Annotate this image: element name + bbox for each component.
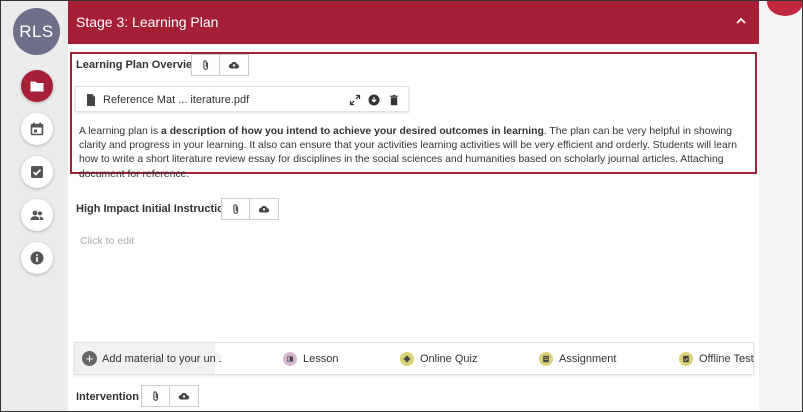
left-rail: RLS	[0, 0, 68, 412]
attach-button[interactable]	[142, 386, 170, 406]
overview-label: Learning Plan Overview	[76, 59, 201, 71]
cloud-upload-button[interactable]	[250, 199, 278, 219]
overview-description[interactable]: A learning plan is a description of how …	[79, 125, 749, 182]
download-icon[interactable]	[368, 94, 380, 106]
paperclip-icon	[232, 204, 238, 214]
rail-calendar-button[interactable]	[21, 113, 53, 145]
right-gutter	[759, 0, 803, 412]
attachment-name[interactable]: Reference Mat ... iterature.pdf	[103, 94, 249, 106]
overview-toolbar	[191, 54, 249, 76]
attach-button[interactable]	[192, 55, 220, 75]
rail-people-button[interactable]	[21, 199, 53, 231]
rail-folder-button[interactable]	[21, 70, 53, 102]
intervention-label: Intervention	[76, 391, 139, 403]
cloud-upload-icon	[228, 61, 240, 69]
instruction-editor-placeholder[interactable]: Click to edit	[80, 235, 134, 247]
material-lesson[interactable]: Lesson	[283, 351, 338, 367]
instruction-label: High Impact Initial Instruction	[76, 203, 231, 215]
material-online-quiz[interactable]: Online Quiz	[400, 351, 477, 367]
quiz-icon	[400, 352, 414, 366]
pdf-file-icon	[87, 94, 95, 106]
rail-checklist-button[interactable]	[21, 156, 53, 188]
cloud-upload-button[interactable]	[220, 55, 248, 75]
paperclip-icon	[152, 391, 158, 401]
add-material-bar: + Add material to your unit Lesson Onlin…	[74, 342, 754, 375]
info-icon	[30, 251, 44, 265]
overview-description-bold: a description of how you intend to achie…	[161, 126, 544, 137]
cloud-upload-icon	[258, 205, 270, 213]
material-assignment[interactable]: Assignment	[539, 351, 616, 367]
checkbox-icon	[31, 166, 43, 178]
people-icon	[30, 210, 44, 220]
cloud-upload-button[interactable]	[170, 386, 198, 406]
add-material-button[interactable]: + Add material to your unit	[75, 343, 223, 374]
stage-header[interactable]: Stage 3: Learning Plan	[68, 0, 759, 44]
assignment-icon	[539, 352, 553, 366]
material-offline-test[interactable]: Offline Test	[679, 351, 754, 367]
avatar[interactable]: RLS	[13, 8, 60, 55]
expand-icon[interactable]	[349, 94, 361, 106]
cloud-upload-icon	[178, 392, 190, 400]
stage-panel: Stage 3: Learning Plan Learning Plan Ove…	[68, 0, 759, 412]
calendar-icon	[30, 122, 44, 136]
offline-test-icon	[679, 352, 693, 366]
plus-circle-icon: +	[82, 351, 97, 366]
intervention-toolbar	[141, 385, 199, 407]
instruction-toolbar	[221, 198, 279, 220]
attachment-row[interactable]: Reference Mat ... iterature.pdf	[75, 86, 409, 112]
trash-icon[interactable]	[388, 94, 400, 106]
paperclip-icon	[202, 60, 208, 70]
stage-title: Stage 3: Learning Plan	[76, 14, 219, 30]
chevron-up-icon[interactable]	[735, 15, 747, 27]
lesson-icon	[283, 352, 297, 366]
attach-button[interactable]	[222, 199, 250, 219]
add-material-label: Add material to your unit	[102, 353, 222, 365]
folder-icon	[30, 81, 44, 92]
rail-info-button[interactable]	[21, 242, 53, 274]
